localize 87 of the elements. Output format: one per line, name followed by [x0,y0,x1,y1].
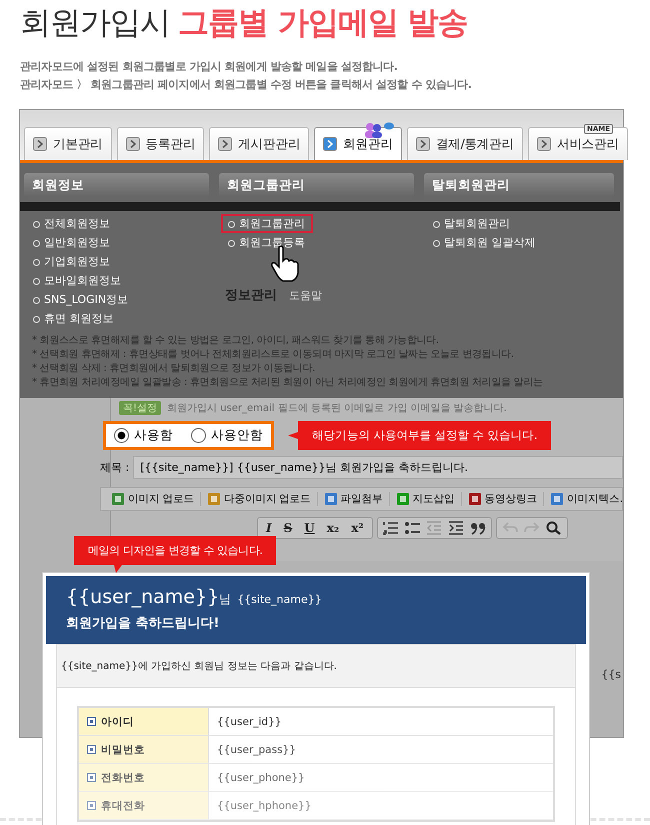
page-title-accent: 그룹별 가입메일 발송 [178,5,468,41]
table-cell-text: {{user_hphone}} [216,798,312,814]
table-cell: 아이디 [79,708,209,735]
menu-heading: 회원정보 [24,173,209,197]
quote-icon [470,521,486,535]
chevron-box-icon [33,137,47,151]
undo-icon [502,521,518,535]
bullet-square-icon [87,717,96,726]
table-cell-text: {{user_pass}} [216,742,297,758]
mail-greeting: 회원가입을 축하드립니다! [66,615,220,632]
redo-icon [524,521,540,535]
menu-heading: 회원그룹관리 [219,173,414,197]
chevron-box-icon [323,137,338,151]
search-icon [546,521,562,535]
menu-item[interactable]: 회원그룹관리 [221,214,313,233]
page-title: 회원가입시 [20,5,170,41]
table-cell: 비밀번호 [79,736,209,763]
help-note: * 휴면회원 처리예정메일 일괄발송 : 휴면회원으로 처리된 회원이 아닌 처리예정인 회원에게 휴면회원 처리일을 알리는 [32,376,544,390]
menu-heading: 탈퇴회원관리 [424,173,614,197]
mail-honorific: 님 [219,591,232,608]
toolbar-icon [324,492,338,506]
table-cell-text: {{user_id}} [216,714,282,730]
chevron-box-icon [416,137,430,151]
format-button[interactable]: x₂ [324,521,342,535]
radio-button[interactable] [191,428,206,443]
format-button[interactable]: x² [348,521,367,535]
numbered-list-icon [382,521,399,535]
mail-user-name: {{user_name}} [66,586,220,608]
radio-option[interactable]: 사용함 [114,427,173,444]
description-text: 관리자모드에 설정된 회원그룹별로 가입시 회원에게 발송할 메일을 설정합니다. [19,59,399,75]
toolbar-icon [396,492,410,506]
menu-tab[interactable]: 등록관리 [116,127,204,160]
menu-item[interactable]: 전체회원정보 [26,214,118,233]
toolbar-button[interactable]: 파일첨부 [318,492,390,506]
menu-item[interactable]: 기업회원정보 [26,252,118,271]
toolbar-icon [550,492,564,506]
subject-label: 제목 : [100,460,130,475]
toolbar-button[interactable]: 지도삽입 [390,492,462,506]
bullet-square-icon [87,745,96,754]
people-icon [364,122,394,138]
template-text: {{s [601,668,621,681]
menu-tab[interactable]: 게시판관리 [209,127,310,160]
menu-item[interactable]: 회원그룹등록 [221,233,313,252]
notice-text: 회원가입시 user_email 필드에 등록된 이메일로 가입 이메일을 발송합니다. [167,402,507,415]
notice-badge: 꼭!설정 [119,401,162,415]
table-cell-text: {{user_phone}} [216,770,306,786]
radio-option[interactable]: 사용안함 [191,427,263,444]
subject-field[interactable]: [{{site_name}}] {{user_name}}님 회원가입을 축하드립니다. [133,456,623,479]
mail-site-name: {{site_name}} [237,593,322,606]
toolbar-icon [206,492,221,506]
mail-intro: {{site_name}}에 가입하신 회원님 정보는 다음과 같습니다. [56,644,576,688]
callout: 해당기능의 사용여부를 설정할 수 있습니다. [288,421,552,450]
menu-tab[interactable]: 회원관리 [314,127,402,160]
chevron-box-icon [126,137,140,151]
section-heading: 정보관리 [225,287,277,304]
menu-item[interactable]: 탈퇴회원 일괄삭제 [426,233,544,252]
description-text: 관리자모드 〉 회원그룹관리 페이지에서 회원그룹별 수정 버튼을 클릭해서 설정할 수 있습니다. [19,77,472,93]
help-label: 도움말 [289,288,322,303]
bullet-list-icon [404,522,420,534]
format-button[interactable]: U [301,521,318,535]
menu-item[interactable]: 탈퇴회원관리 [426,214,518,233]
toolbar-button[interactable]: 다중이미지 업로드 [200,492,318,506]
help-note: * 회원스스로 휴면해제를 할 수 있는 방법은 로그인, 아이디, 패스워드 찾기를 통해 가능합니다. [32,334,440,348]
toolbar-button[interactable]: 이미지 업로드 [105,492,201,506]
table-cell: 전화번호 [79,764,209,791]
toolbar-icon [111,492,125,506]
toolbar-button[interactable]: 이미지텍스. [544,492,622,506]
outdent-icon [426,521,442,535]
chevron-box-icon [218,137,232,151]
format-button[interactable]: S [280,521,296,535]
toolbar-button[interactable]: 동영상링크 [462,492,544,506]
menu-item[interactable]: 일반회원정보 [26,233,118,252]
menu-item[interactable]: SNS_LOGIN정보 [26,290,136,309]
menu-tab[interactable]: 결제/통계관리 [406,127,523,160]
bullet-square-icon [87,801,96,810]
help-note: * 선택회원 휴면해제 : 휴면상태를 벗어나 전체회원리스트로 이동되며 마지막 로그인 날짜는 오늘로 변경됩니다. [32,348,515,362]
radio-button[interactable] [114,428,129,443]
menu-item[interactable]: 휴면 회원정보 [26,309,122,328]
toolbar-icon [468,492,482,506]
indent-icon [448,521,464,535]
bullet-square-icon [87,773,96,782]
table-cell: 휴대전화 [79,792,209,819]
menu-item[interactable]: 모바일회원정보 [26,271,129,290]
format-button[interactable]: I [263,521,275,535]
help-note: * 선택회원 삭제 : 휴면회원에서 탈퇴회원으로 정보가 이동됩니다. [32,362,316,376]
chevron-box-icon [536,137,551,151]
menu-tab[interactable]: 기본관리 [24,127,112,160]
